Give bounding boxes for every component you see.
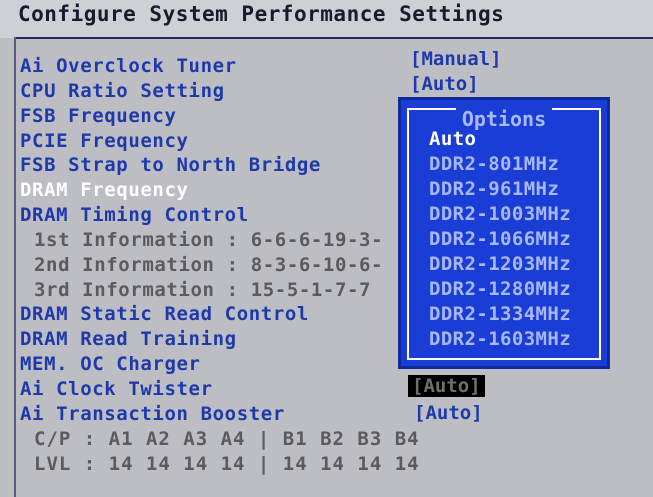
option-auto[interactable]: Auto xyxy=(429,128,476,150)
page-title: Configure System Performance Settings xyxy=(18,2,505,26)
option-ddr2-1603[interactable]: DDR2-1603MHz xyxy=(429,328,571,350)
option-ddr2-801[interactable]: DDR2-801MHz xyxy=(429,153,559,175)
value-ai-transaction-booster[interactable]: [Auto] xyxy=(414,402,483,424)
option-ddr2-1280[interactable]: DDR2-1280MHz xyxy=(429,278,571,300)
value-ai-overclock-tuner[interactable]: [Manual] xyxy=(410,48,502,70)
menu-item-ai-transaction-booster[interactable]: Ai Transaction Booster xyxy=(20,403,285,425)
info-line-1st: 1st Information : 6-6-6-19-3- xyxy=(34,229,384,251)
option-ddr2-961[interactable]: DDR2-961MHz xyxy=(429,178,559,200)
header-divider xyxy=(14,37,653,39)
menu-item-pcie-frequency[interactable]: PCIE Frequency xyxy=(20,130,189,152)
menu-item-ai-overclock-tuner[interactable]: Ai Overclock Tuner xyxy=(20,55,237,77)
option-ddr2-1203[interactable]: DDR2-1203MHz xyxy=(429,253,571,275)
left-divider xyxy=(14,37,16,497)
menu-item-dram-frequency[interactable]: DRAM Frequency xyxy=(20,179,189,201)
option-ddr2-1334[interactable]: DDR2-1334MHz xyxy=(429,303,571,325)
menu-item-ai-clock-twister[interactable]: Ai Clock Twister xyxy=(20,378,213,400)
footer-lvl-row: LVL : 14 14 14 14 | 14 14 14 14 xyxy=(34,453,420,475)
value-cpu-ratio-setting[interactable]: [Auto] xyxy=(410,73,479,95)
menu-item-dram-read-training[interactable]: DRAM Read Training xyxy=(20,328,237,350)
option-ddr2-1003[interactable]: DDR2-1003MHz xyxy=(429,203,571,225)
info-line-3rd: 3rd Information : 15-5-1-7-7 xyxy=(34,279,372,301)
options-popup-frame: Options Auto DDR2-801MHz DDR2-961MHz DDR… xyxy=(407,107,601,360)
menu-item-cpu-ratio-setting[interactable]: CPU Ratio Setting xyxy=(20,80,225,102)
options-popup: Options Auto DDR2-801MHz DDR2-961MHz DDR… xyxy=(398,97,610,369)
footer-cp-row: C/P : A1 A2 A3 A4 | B1 B2 B3 B4 xyxy=(34,428,420,450)
menu-item-dram-timing-control[interactable]: DRAM Timing Control xyxy=(20,204,249,226)
option-ddr2-1066[interactable]: DDR2-1066MHz xyxy=(429,228,571,250)
info-line-2nd: 2nd Information : 8-3-6-10-6- xyxy=(34,254,384,276)
value-ai-clock-twister[interactable]: [Auto] xyxy=(408,375,485,397)
menu-item-dram-static-read-control[interactable]: DRAM Static Read Control xyxy=(20,303,309,325)
menu-item-fsb-strap[interactable]: FSB Strap to North Bridge xyxy=(20,154,321,176)
menu-item-mem-oc-charger[interactable]: MEM. OC Charger xyxy=(20,353,201,375)
menu-item-fsb-frequency[interactable]: FSB Frequency xyxy=(20,105,177,127)
